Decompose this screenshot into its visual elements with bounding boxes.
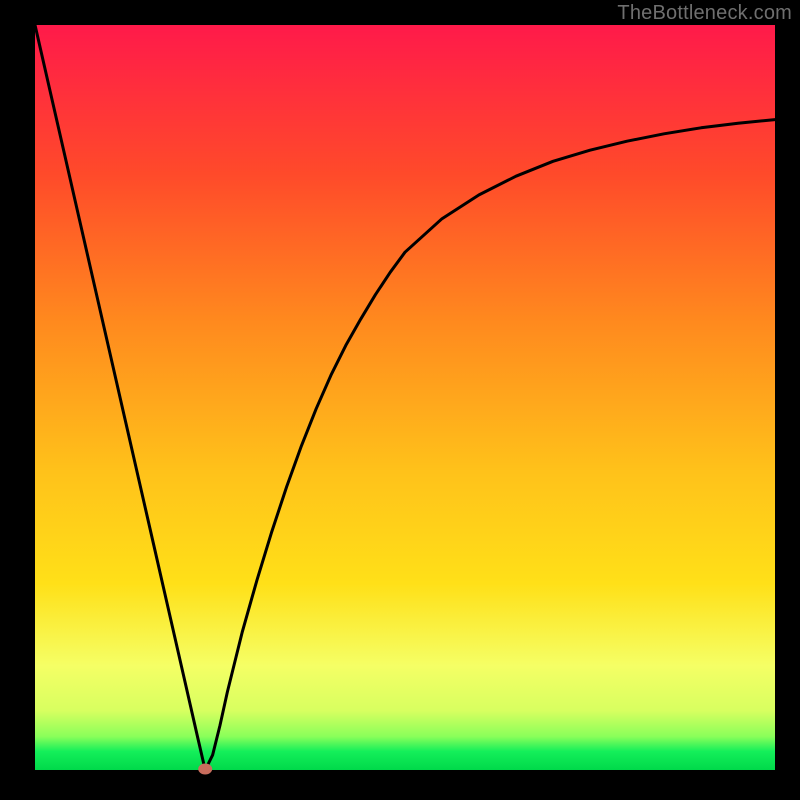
optimum-marker xyxy=(198,764,212,775)
chart-frame: TheBottleneck.com xyxy=(0,0,800,800)
plot-background xyxy=(35,25,775,770)
bottleneck-chart xyxy=(0,0,800,800)
